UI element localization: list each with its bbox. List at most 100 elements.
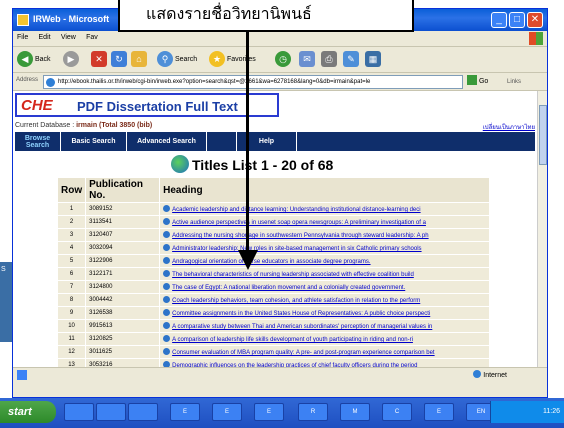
heading-link[interactable]: Administrator leadership: New roles in s… xyxy=(172,246,421,252)
publication-number: 3126538 xyxy=(85,306,161,320)
system-tray: 11:26 xyxy=(490,401,564,423)
db-label: Current Database : xyxy=(15,122,77,129)
edit-icon: ✎ xyxy=(343,51,359,68)
table-row: 9 3126538 Committee assignments in the Uni… xyxy=(56,306,491,320)
menu-file[interactable]: File xyxy=(13,31,32,44)
nav-blank[interactable] xyxy=(207,132,237,151)
taskbar-button[interactable]: E xyxy=(424,403,454,421)
heading-link[interactable]: Consumer evaluation of MBA program quali… xyxy=(172,350,434,356)
menu-view[interactable]: View xyxy=(57,31,80,44)
record-icon xyxy=(163,335,171,342)
globe-icon xyxy=(171,155,189,173)
menu-edit[interactable]: Edit xyxy=(35,31,55,44)
go-button[interactable]: Go xyxy=(467,75,488,89)
heading-link[interactable]: Addressing the nursing shortage in south… xyxy=(172,233,429,239)
publication-number: 3004442 xyxy=(85,293,161,307)
row-number: 2 xyxy=(56,215,87,229)
close-button[interactable]: ✕ xyxy=(527,12,543,28)
table-row: 10 9915613 A comparative study between Tha… xyxy=(56,319,491,333)
taskbar-button[interactable] xyxy=(96,403,126,421)
heading-cell: A comparison of leadership life skills d… xyxy=(159,332,491,346)
annotation-callout: แสดงรายชื่อวิทยานิพนธ์ xyxy=(118,0,414,32)
annotation-arrow-shaft xyxy=(246,32,249,257)
heading-cell: Active audience perspectives in usenet s… xyxy=(159,215,491,229)
publication-number: 3120407 xyxy=(85,228,161,242)
back-button[interactable]: ◀ Back xyxy=(17,51,51,69)
go-arrow-icon xyxy=(467,75,477,85)
taskbar-button[interactable]: R xyxy=(298,403,328,421)
row-number: 10 xyxy=(56,319,87,333)
row-number: 12 xyxy=(56,345,87,359)
nav-basic-search[interactable]: Basic Search xyxy=(61,132,127,151)
refresh-button[interactable]: ↻ xyxy=(111,51,127,69)
address-input[interactable]: http://ebook.thailis.or.th/irweb/cgi-bin… xyxy=(43,75,463,89)
heading-cell: Academic leadership and distance learnin… xyxy=(159,202,491,216)
vertical-scrollbar[interactable] xyxy=(537,91,547,367)
row-number: 4 xyxy=(56,241,87,255)
nav-browse-search[interactable]: Browse Search xyxy=(15,132,61,151)
che-logo[interactable]: CHE PDF Dissertation Full Text xyxy=(15,93,279,117)
print-icon: ⎙ xyxy=(321,51,337,68)
heading-cell: Coach leadership behaviors, team cohesio… xyxy=(159,293,491,307)
taskbar-button[interactable] xyxy=(128,403,158,421)
taskbar-button[interactable]: C xyxy=(382,403,412,421)
record-icon xyxy=(163,283,171,290)
taskbar-button[interactable]: M xyxy=(340,403,370,421)
taskbar-button[interactable] xyxy=(64,403,94,421)
search-icon: ⚲ xyxy=(157,51,173,68)
menu-favorites[interactable]: Fav xyxy=(82,31,102,44)
heading-link[interactable]: The behavioral characteristics of nursin… xyxy=(172,272,414,278)
desktop-edge: S xyxy=(0,262,12,342)
record-icon xyxy=(163,205,171,212)
heading-link[interactable]: Coach leadership behaviors, team cohesio… xyxy=(172,298,420,304)
column-heading: Heading xyxy=(159,177,491,203)
taskbar-button[interactable]: E xyxy=(212,403,242,421)
page-icon xyxy=(46,78,55,87)
heading-link[interactable]: A comparison of leadership life skills d… xyxy=(172,337,413,343)
go-label: Go xyxy=(478,78,489,85)
messenger-button[interactable]: ▦ xyxy=(365,51,381,69)
nav-advanced-search[interactable]: Advanced Search xyxy=(127,132,207,151)
taskbar-button[interactable]: E xyxy=(254,403,284,421)
search-button[interactable]: ⚲ Search xyxy=(157,51,197,69)
scrollbar-thumb[interactable] xyxy=(539,105,547,165)
heading-link[interactable]: Andragogical orientation of nurse educat… xyxy=(172,259,370,265)
history-button[interactable]: ◷ xyxy=(275,51,291,69)
home-icon: ⌂ xyxy=(131,51,147,68)
edit-button[interactable]: ✎ xyxy=(343,51,359,69)
language-switch[interactable]: เปลี่ยนเป็นภาษาไทย xyxy=(483,122,535,132)
record-icon xyxy=(163,231,171,238)
table-row: 1 3089152 Academic leadership and distance… xyxy=(56,202,491,216)
minimize-button[interactable]: _ xyxy=(491,12,507,28)
heading-cell: A comparative study between Thai and Ame… xyxy=(159,319,491,333)
search-nav-bar: Browse Search Basic Search Advanced Sear… xyxy=(15,132,535,151)
row-number: 7 xyxy=(56,280,87,294)
heading-link[interactable]: Academic leadership and distance learnin… xyxy=(172,207,420,213)
record-icon xyxy=(163,257,171,264)
links-button[interactable]: Links xyxy=(507,75,521,89)
record-icon xyxy=(163,322,171,329)
page-content: CHE PDF Dissertation Full Text Current D… xyxy=(13,91,539,367)
home-button[interactable]: ⌂ xyxy=(131,51,147,69)
row-number: 8 xyxy=(56,293,87,307)
heading-link[interactable]: A comparative study between Thai and Ame… xyxy=(172,324,432,330)
results-table: Row Publication No. Heading 1 3089152 Acad… xyxy=(56,177,491,367)
heading-link[interactable]: Active audience perspectives in usenet s… xyxy=(172,220,426,226)
forward-button[interactable]: ▶ xyxy=(63,51,79,69)
print-button[interactable]: ⎙ xyxy=(321,51,337,69)
language-link[interactable]: เปลี่ยนเป็นภาษาไทย xyxy=(483,125,535,131)
refresh-icon: ↻ xyxy=(111,51,127,68)
heading-cell: Addressing the nursing shortage in south… xyxy=(159,228,491,242)
publication-number: 3032094 xyxy=(85,241,161,255)
row-number: 9 xyxy=(56,306,87,320)
status-bar: Internet xyxy=(13,367,547,381)
stop-button[interactable]: ✕ xyxy=(91,51,107,69)
heading-link[interactable]: The case of Egypt: A national liberation… xyxy=(172,285,405,291)
heading-link[interactable]: Committee assignments in the United Stat… xyxy=(172,311,430,317)
back-arrow-icon: ◀ xyxy=(17,51,33,68)
publication-number: 3089152 xyxy=(85,202,161,216)
start-button[interactable]: start xyxy=(0,401,56,423)
mail-button[interactable]: ✉ xyxy=(299,51,315,69)
taskbar-button[interactable]: E xyxy=(170,403,200,421)
maximize-button[interactable]: □ xyxy=(509,12,525,28)
